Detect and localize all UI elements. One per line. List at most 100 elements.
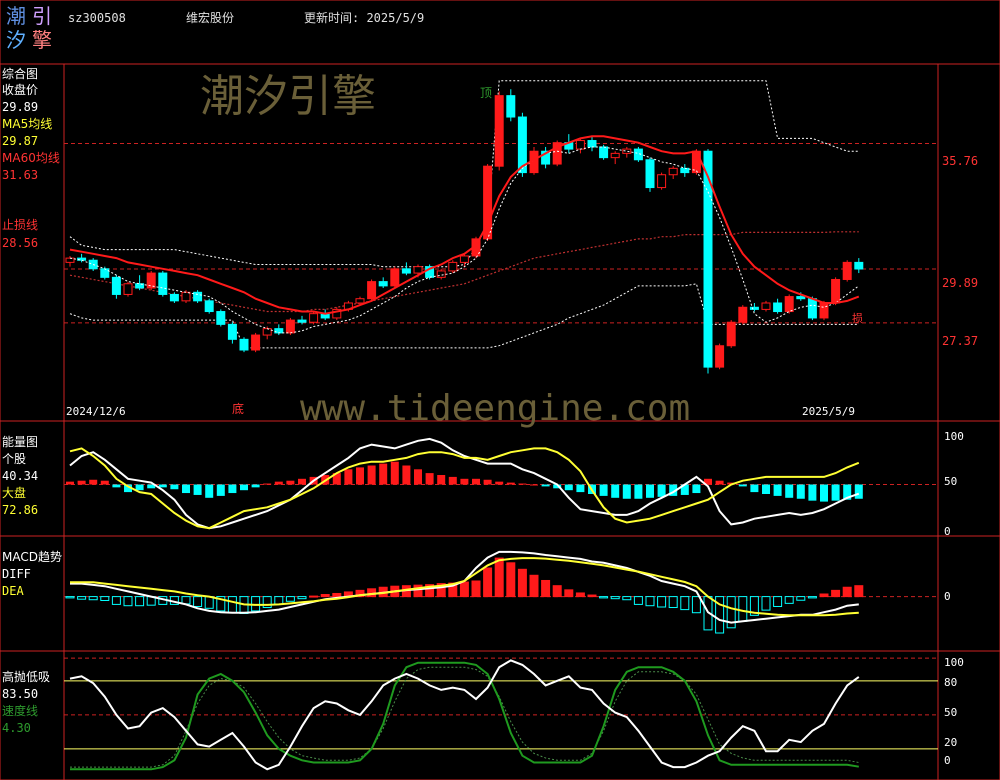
macd-bar: [297, 596, 307, 600]
macd-bar: [599, 596, 609, 599]
energy-bar: [762, 484, 770, 494]
legend-close-label: 收盘价: [2, 83, 39, 97]
energy-bar: [240, 484, 248, 491]
candle-body: [784, 296, 794, 313]
macd-bar: [483, 567, 493, 598]
y-tick-swing-80: 80: [944, 676, 958, 689]
energy-bar: [448, 476, 457, 485]
candle-body: [819, 302, 829, 319]
legend-stock-value: 40.34: [2, 469, 39, 483]
energy-bar: [460, 478, 469, 485]
panel-title-swing: 高抛低吸: [2, 670, 51, 684]
legend-market-label: 大盘: [2, 486, 27, 500]
y-tick-swing-100: 100: [944, 656, 964, 669]
candle-body: [749, 306, 759, 310]
candle-body: [367, 281, 377, 300]
y-tick-main-2: 29.89: [942, 276, 979, 290]
candle-body: [645, 159, 655, 189]
energy-bar: [170, 484, 179, 490]
candle-body: [262, 328, 272, 336]
candle-body: [448, 261, 458, 272]
energy-bar: [112, 484, 121, 488]
energy-bar: [483, 479, 492, 485]
candle-body: [691, 150, 701, 174]
energy-bar: [89, 479, 98, 485]
energy-bar: [622, 484, 631, 499]
macd-bar: [610, 596, 620, 600]
macd-bar: [773, 596, 783, 607]
candle-body: [401, 268, 411, 274]
candle-body: [158, 272, 168, 295]
y-tick-macd-0: 0: [944, 590, 951, 603]
macd-bar: [506, 562, 516, 598]
macd-bar: [193, 596, 203, 607]
macd-bar: [633, 596, 643, 605]
macd-bar: [88, 596, 98, 601]
candle-body: [309, 313, 319, 323]
candle-body: [100, 268, 110, 278]
legend-ma5-value: 29.87: [2, 134, 39, 148]
y-tick-energy-50: 50: [944, 475, 958, 488]
legend-stoploss-value: 28.56: [2, 236, 39, 250]
y-tick-swing-50: 50: [944, 706, 958, 719]
macd-bar: [320, 594, 330, 598]
energy-bar: [854, 484, 863, 499]
y-tick-swing-0: 0: [944, 754, 951, 767]
legend-market-value: 72.86: [2, 503, 39, 517]
y-tick-main-3: 27.37: [942, 334, 979, 348]
candle-body: [285, 319, 295, 334]
candle-body: [680, 167, 690, 174]
legend-ma60-value: 31.63: [2, 168, 39, 182]
candle-body: [181, 291, 191, 302]
energy-bar: [495, 481, 504, 485]
candle-body: [575, 140, 585, 150]
energy-bar: [518, 483, 527, 485]
legend-diff-label: DIFF: [2, 567, 31, 581]
legend-speed-value: 4.30: [2, 721, 31, 735]
legend-stock-label: 个股: [2, 452, 27, 466]
legend-stoploss-label: 止损线: [2, 218, 39, 232]
candle-body: [459, 255, 469, 263]
energy-bar: [472, 478, 480, 485]
macd-bar: [761, 596, 771, 611]
macd-bar: [645, 596, 655, 607]
energy-bar: [263, 483, 272, 485]
macd-bar: [587, 594, 597, 598]
macd-bar: [541, 579, 551, 598]
macd-bar: [100, 596, 110, 601]
energy-bar: [437, 475, 446, 485]
candle-body: [390, 268, 400, 287]
energy-bar: [796, 484, 805, 499]
annotation-stoploss: 损: [852, 312, 863, 325]
energy-bar: [182, 484, 190, 494]
watermark-url: www.tideengine.com: [300, 388, 691, 429]
candle-body: [436, 270, 446, 278]
candle-body: [599, 146, 609, 159]
energy-bar: [274, 481, 283, 485]
candle-body: [413, 266, 423, 274]
speed-dotted-line: [70, 666, 859, 768]
candle-body: [239, 338, 249, 351]
energy-bar: [576, 484, 585, 493]
legend-ma60-label: MA60均线: [2, 151, 60, 165]
candle-body: [807, 298, 817, 319]
x-label-end: 2025/5/9: [802, 405, 855, 418]
legend-close-value: 29.89: [2, 100, 39, 114]
candle-body: [111, 276, 121, 295]
macd-bar: [842, 586, 852, 598]
x-label-start: 2024/12/6: [66, 405, 126, 418]
y-tick-energy-0: 0: [944, 525, 951, 538]
candle-body: [726, 321, 736, 347]
macd-bar: [552, 585, 562, 598]
energy-bar: [831, 484, 840, 501]
macd-bar: [738, 596, 748, 622]
panel-title-macd: MACD趋势: [2, 550, 62, 564]
energy-bar: [286, 480, 295, 485]
energy-bar: [808, 484, 817, 501]
candle-body: [587, 140, 597, 148]
candle-body: [169, 293, 179, 302]
legend-ma5-label: MA5均线: [2, 117, 53, 131]
macd-bar: [471, 580, 481, 598]
energy-bar: [634, 484, 643, 499]
candle-body: [297, 319, 307, 323]
